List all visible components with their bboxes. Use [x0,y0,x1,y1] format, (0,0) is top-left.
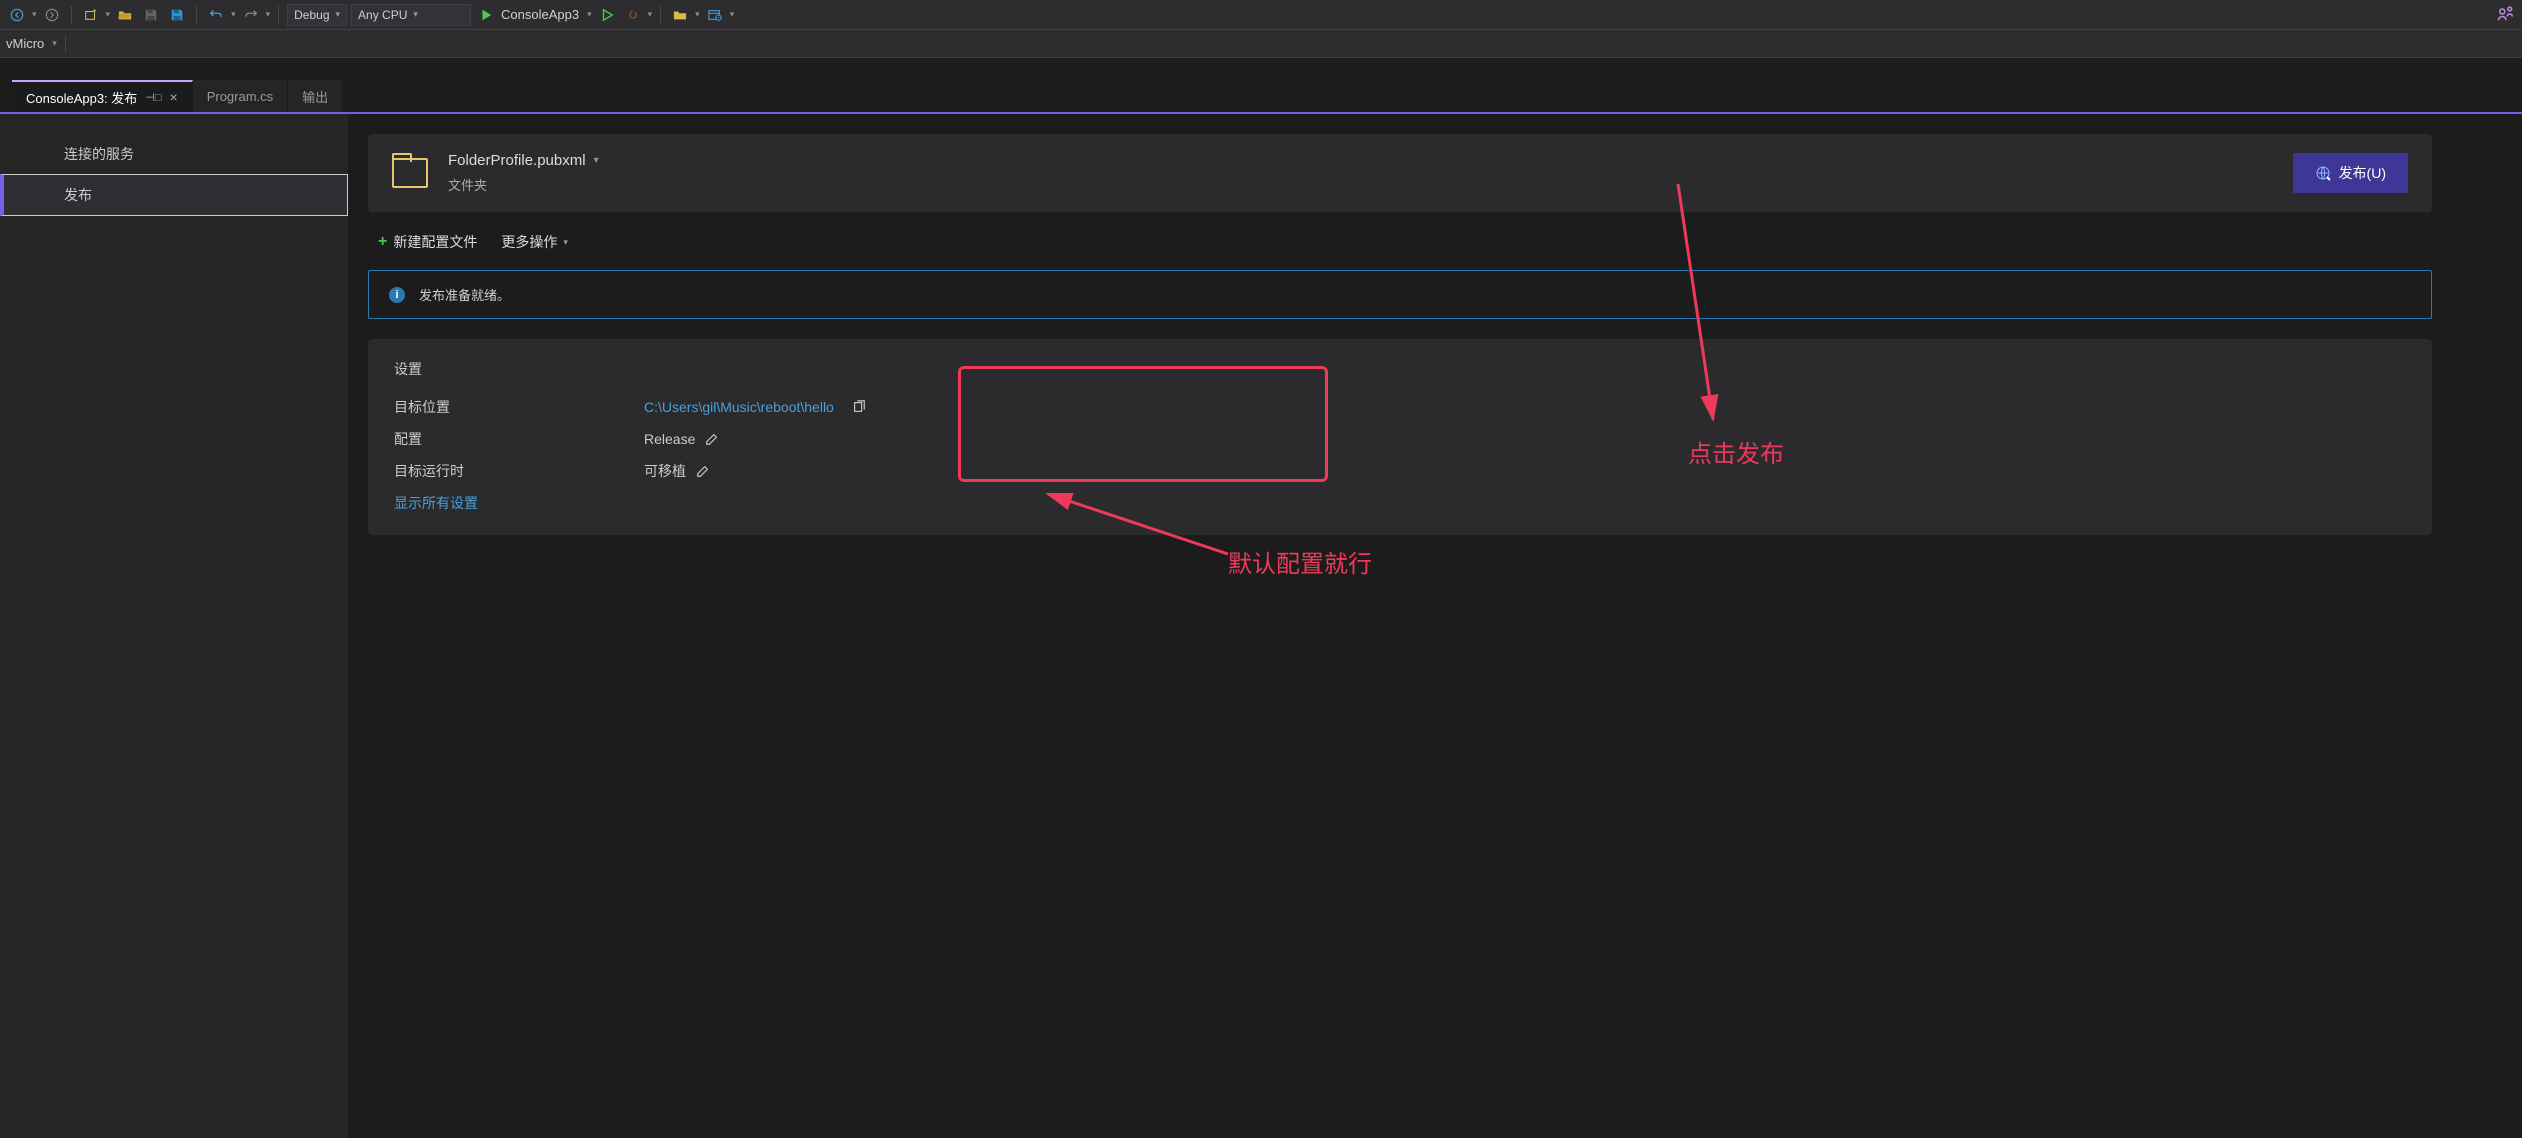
setting-label: 配置 [394,429,644,449]
save-all-button[interactable] [166,4,188,26]
plus-icon: + [378,233,387,251]
globe-icon [2315,165,2331,181]
tab-label: ConsoleApp3: 发布 [26,88,137,107]
show-all-settings-link[interactable]: 显示所有设置 [394,493,2406,513]
info-icon: i [389,287,405,303]
new-profile-label: 新建配置文件 [393,232,477,252]
setting-configuration: 配置 Release [394,429,2406,449]
target-location-link[interactable]: C:\Users\gil\Music\reboot\hello [644,399,834,415]
separator [196,6,197,24]
edit-icon[interactable] [696,464,710,478]
start-debug-button[interactable] [475,4,497,26]
configuration-value: Release [644,431,695,447]
annotation-default-config: 默认配置就行 [1228,544,1372,579]
run-target-label: ConsoleApp3 [501,7,579,22]
settings-title: 设置 [394,359,2406,379]
start-without-debug-button[interactable] [596,4,618,26]
more-actions-label: 更多操作 [501,232,557,252]
publish-button[interactable]: 发布(U) [2293,153,2408,193]
status-message: 发布准备就绪。 [419,285,510,304]
vmicro-menu[interactable]: vMicro [6,36,44,51]
solution-config-value: Debug [294,8,329,22]
new-project-button[interactable] [80,4,102,26]
actions-row: + 新建配置文件 更多操作 ▾ [368,228,2432,270]
redo-button[interactable] [240,4,262,26]
tab-publish[interactable]: ConsoleApp3: 发布 ⊣□ × [12,80,193,112]
solution-platform-value: Any CPU [358,8,407,22]
sidebar-item-connected-services[interactable]: 连接的服务 [0,134,348,174]
folder-icon [392,158,428,188]
undo-button[interactable] [205,4,227,26]
setting-label: 目标位置 [394,397,644,417]
separator [65,35,66,53]
separator [71,6,72,24]
publish-content: FolderProfile.pubxml ▾ 文件夹 发布(U) + 新建配置文… [348,114,2522,1138]
profile-header: FolderProfile.pubxml ▾ 文件夹 发布(U) [368,134,2432,212]
solution-platform-dropdown[interactable]: Any CPU▾ [351,4,471,26]
hot-reload-button[interactable] [622,4,644,26]
profile-type: 文件夹 [448,175,599,194]
status-bar: i 发布准备就绪。 [368,270,2432,319]
liveshare-icon[interactable] [2496,4,2516,24]
separator [278,6,279,24]
document-tabstrip: ConsoleApp3: 发布 ⊣□ × Program.cs 输出 [0,80,2522,114]
target-runtime-value: 可移植 [644,461,686,481]
tab-label: 输出 [302,87,328,106]
extension-toolbar: vMicro ▾ [0,30,2522,58]
solution-config-dropdown[interactable]: Debug▾ [287,4,347,26]
browse-button[interactable] [669,4,691,26]
save-button[interactable] [140,4,162,26]
nav-forward-button[interactable] [41,4,63,26]
pin-icon[interactable]: ⊣□ [145,91,161,104]
publish-sidebar: 连接的服务 发布 [0,114,348,1138]
separator [660,6,661,24]
edit-icon[interactable] [705,432,719,446]
settings-panel: 设置 目标位置 C:\Users\gil\Music\reboot\hello … [368,339,2432,535]
main-area: 连接的服务 发布 FolderProfile.pubxml ▾ 文件夹 发布(U… [0,114,2522,1138]
setting-target-location: 目标位置 C:\Users\gil\Music\reboot\hello [394,397,2406,417]
profile-name-dropdown[interactable]: FolderProfile.pubxml ▾ [448,152,599,169]
tab-output[interactable]: 输出 [288,80,343,112]
setting-target-runtime: 目标运行时 可移植 [394,461,2406,481]
nav-back-button[interactable] [6,4,28,26]
setting-label: 目标运行时 [394,461,644,481]
tab-program-cs[interactable]: Program.cs [193,80,288,112]
more-actions-dropdown[interactable]: 更多操作 ▾ [501,232,568,252]
tab-label: Program.cs [207,89,273,104]
publish-button-label: 发布(U) [2339,163,2386,183]
window-layout-button[interactable] [704,4,726,26]
close-icon[interactable]: × [170,89,178,105]
copy-icon[interactable] [852,400,866,414]
profile-name: FolderProfile.pubxml [448,152,586,169]
open-file-button[interactable] [114,4,136,26]
sidebar-item-publish[interactable]: 发布 [0,174,348,216]
new-profile-link[interactable]: + 新建配置文件 [378,232,477,252]
main-toolbar: ▾ ▾ ▾ ▾ Debug▾ Any CPU▾ ConsoleApp3 ▾ ▾ … [0,0,2522,30]
